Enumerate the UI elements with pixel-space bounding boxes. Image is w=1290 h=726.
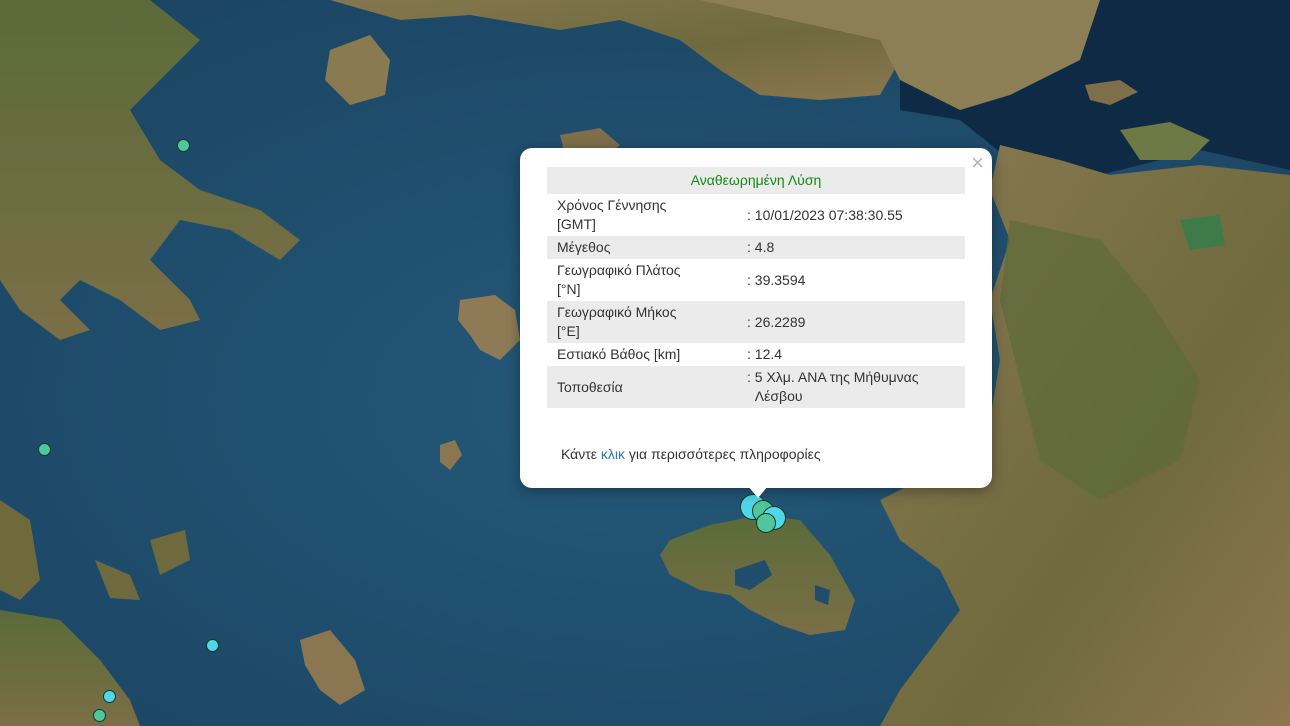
- table-row: Χρόνος Γέννησης [GMT] : 10/01/2023 07:38:…: [547, 194, 965, 236]
- row-label: Γεωγραφικό Μήκος [°E]: [557, 304, 677, 339]
- row-value: : 10/01/2023 07:38:30.55: [747, 206, 903, 223]
- row-label: Εστιακό Βάθος [km]: [557, 346, 681, 362]
- earthquake-marker[interactable]: [103, 690, 116, 703]
- table-row: Γεωγραφικό Πλάτος [°N] : 39.3594: [547, 259, 965, 301]
- earthquake-marker[interactable]: [93, 709, 106, 722]
- popup-title-row: Αναθεωρημένη Λύση: [547, 167, 965, 194]
- table-row: Τοποθεσία : 5 Χλμ. ΑΝΑ της Μήθυμνας Λέσβ…: [547, 366, 965, 408]
- row-label: Χρόνος Γέννησης [GMT]: [557, 197, 667, 232]
- row-label: Τοποθεσία: [557, 378, 623, 395]
- row-value: : 4.8: [747, 239, 775, 255]
- popup-title: Αναθεωρημένη Λύση: [690, 172, 822, 188]
- close-icon[interactable]: ×: [971, 152, 984, 174]
- earthquake-info-table: Αναθεωρημένη Λύση Χρόνος Γέννησης [GMT] :…: [547, 167, 965, 408]
- row-label: Γεωγραφικό Πλάτος [°N]: [557, 262, 681, 297]
- earthquake-marker[interactable]: [38, 443, 51, 456]
- more-info-text: Κάντε κλικ για περισσότερες πληροφορίες: [561, 446, 821, 462]
- row-value: : 26.2289: [747, 313, 806, 330]
- table-row: Μέγεθος : 4.8: [547, 236, 965, 259]
- row-label: Μέγεθος: [557, 239, 611, 255]
- table-row: Εστιακό Βάθος [km] : 12.4: [547, 343, 965, 366]
- earthquake-marker[interactable]: [177, 139, 190, 152]
- earthquake-marker[interactable]: [756, 513, 776, 533]
- row-value: : 12.4: [747, 346, 783, 362]
- row-value: : 39.3594: [747, 271, 806, 288]
- more-info-link[interactable]: κλικ: [601, 446, 625, 462]
- row-value: : 5 Χλμ. ΑΝΑ της Μήθυμνας Λέσβου: [747, 369, 919, 404]
- table-row: Γεωγραφικό Μήκος [°E] : 26.2289: [547, 301, 965, 343]
- earthquake-marker[interactable]: [206, 639, 219, 652]
- earthquake-info-popup: × Αναθεωρημένη Λύση Χρόνος Γέννησης [GMT]…: [520, 148, 992, 488]
- popup-pointer: [748, 486, 768, 498]
